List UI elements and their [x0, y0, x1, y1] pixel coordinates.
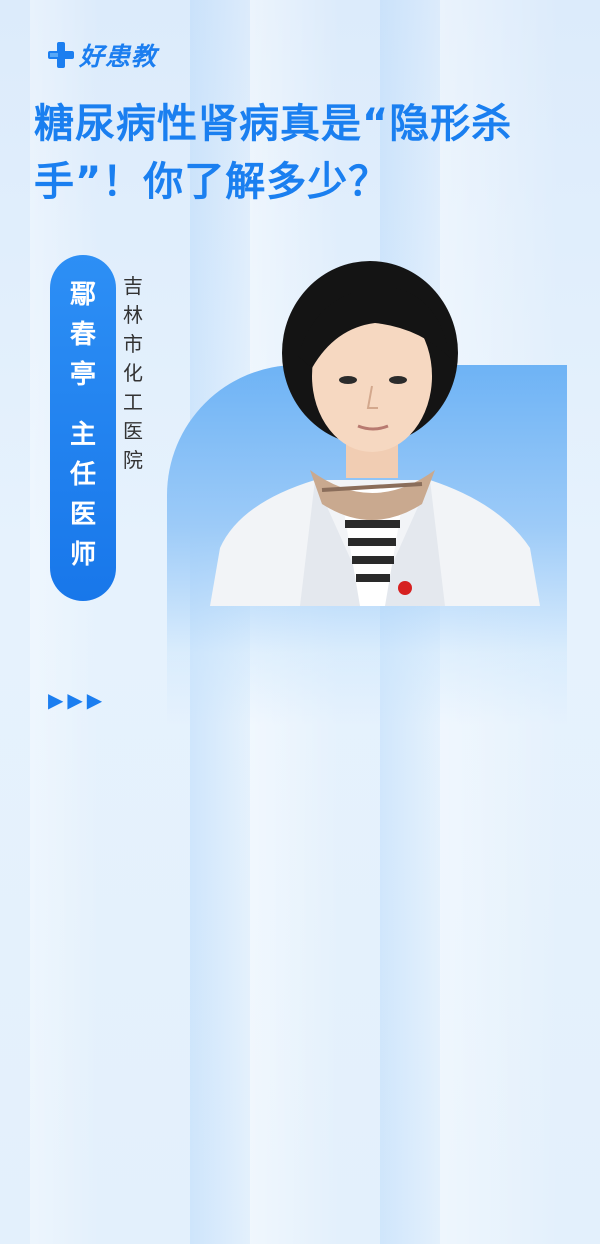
doctor-title: 主 任 医 师: [69, 420, 96, 570]
page-title: 糖尿病性肾病真是“隐形杀手”！你了解多少？: [34, 101, 513, 205]
doctor-name-pill: 鄢 春 亭 主 任 医 师: [50, 255, 116, 601]
brand-logo: 好患教: [46, 37, 157, 73]
hospital-name: 吉 林 市 化 工 医 院: [123, 274, 143, 472]
doctor-name: 鄢 春 亭: [69, 280, 96, 390]
brand-name: 好患教: [79, 42, 158, 71]
doctor-portrait: [210, 261, 540, 606]
triple-arrow-icon: ▶▶▶: [48, 688, 107, 712]
cross-logo-icon: [48, 42, 74, 68]
